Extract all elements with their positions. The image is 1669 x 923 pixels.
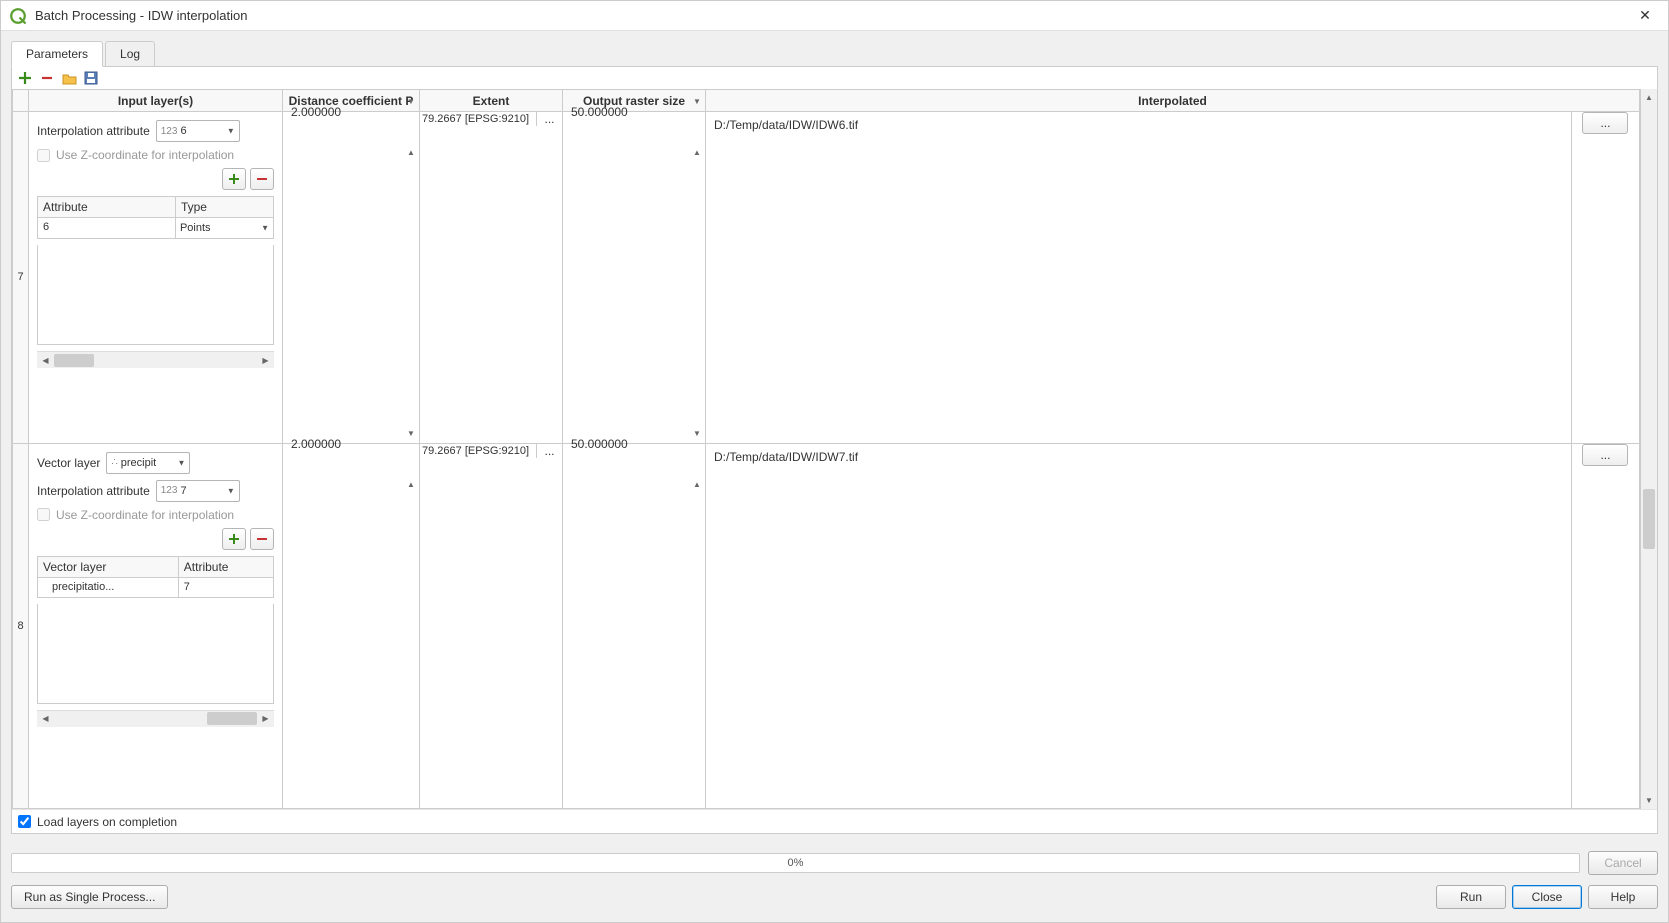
spin-down-icon[interactable]: ▼ — [689, 425, 705, 442]
add-row-icon[interactable] — [16, 69, 34, 87]
grid-wrap: Input layer(s) Distance coefficient P Ex… — [12, 89, 1657, 809]
toolbar — [12, 67, 1657, 89]
extent-value[interactable]: 79.2667 [EPSG:9210] — [420, 112, 536, 126]
inner-hscroll[interactable]: ◀▶ — [37, 351, 274, 368]
extent-browse-button[interactable]: ... — [536, 444, 562, 458]
inner-vec-cell[interactable]: precipitatio... — [38, 577, 179, 597]
input-cell: Interpolation attribute 1236▼ Use Z-coord… — [29, 112, 283, 444]
output-browse-cell: ... — [1571, 443, 1639, 808]
content-area: Parameters Log — [1, 31, 1668, 922]
use-z-checkbox[interactable] — [37, 149, 50, 162]
inner-blank-area — [37, 604, 274, 704]
extent-cell: 79.2667 [EPSG:9210]... — [420, 112, 563, 444]
raster-size-cell[interactable]: 50.000000▲▼ — [563, 112, 706, 444]
spin-down-icon[interactable]: ▼ — [689, 93, 705, 110]
bottom-row: Run as Single Process... Run Close Help — [11, 882, 1658, 912]
window-title: Batch Processing - IDW interpolation — [35, 8, 1630, 23]
input-cell: Vector layer ∴precipit▼ Interpolation attr… — [29, 443, 283, 808]
use-z-row: Use Z-coordinate for interpolation — [37, 508, 274, 522]
extent-browse-button[interactable]: ... — [536, 112, 562, 126]
help-button[interactable]: Help — [1588, 885, 1658, 909]
tab-body: Input layer(s) Distance coefficient P Ex… — [11, 66, 1658, 834]
window: Batch Processing - IDW interpolation ✕ P… — [0, 0, 1669, 923]
inner-attr-cell[interactable]: 6 — [38, 218, 176, 239]
inner-hscroll[interactable]: ◀▶ — [37, 710, 274, 727]
use-z-checkbox[interactable] — [37, 508, 50, 521]
progress-bar: 0% — [11, 853, 1580, 873]
distance-cell[interactable]: 2.000000▲▼ — [283, 112, 420, 444]
inner-type-header: Type — [175, 197, 273, 218]
close-button[interactable]: Close — [1512, 885, 1582, 909]
vector-layer-combo[interactable]: ∴precipit▼ — [106, 452, 190, 474]
extent-cell: 79.2667 [EPSG:9210]... — [420, 443, 563, 808]
tab-parameters[interactable]: Parameters — [11, 41, 103, 67]
interp-attr-combo[interactable]: 1237▼ — [156, 480, 240, 502]
add-attr-button[interactable] — [222, 528, 246, 550]
batch-grid: Input layer(s) Distance coefficient P Ex… — [12, 89, 1640, 809]
add-attr-button[interactable] — [222, 168, 246, 190]
col-interpolated[interactable]: Interpolated — [706, 90, 1640, 112]
inner-attr-header: Attribute — [38, 197, 176, 218]
grid-vscroll[interactable]: ▲ ▼ — [1640, 89, 1657, 809]
remove-row-icon[interactable] — [38, 69, 56, 87]
spin-down-icon[interactable]: ▼ — [403, 93, 419, 110]
col-rownum — [13, 90, 29, 112]
run-single-button[interactable]: Run as Single Process... — [11, 885, 168, 909]
spin-up-icon[interactable]: ▲ — [403, 476, 419, 493]
hscroll-right-icon[interactable]: ▶ — [257, 710, 274, 727]
inner-type-combo[interactable]: Points▼ — [176, 218, 273, 238]
interp-attr-label: Interpolation attribute — [37, 124, 150, 138]
output-cell[interactable]: D:/Temp/data/IDW/IDW6.tif — [706, 112, 1572, 444]
spin-up-icon[interactable]: ▲ — [403, 144, 419, 161]
inner-attr-header: Attribute — [178, 556, 273, 577]
inner-type-cell: Points▼ — [175, 218, 273, 239]
interp-attr-label: Interpolation attribute — [37, 484, 150, 498]
tab-log[interactable]: Log — [105, 41, 155, 67]
output-browse-cell: ... — [1571, 112, 1639, 444]
titlebar: Batch Processing - IDW interpolation ✕ — [1, 1, 1668, 31]
row-number: 7 — [13, 112, 29, 444]
distance-cell[interactable]: 2.000000▲▼ — [283, 443, 420, 808]
inner-vec-header: Vector layer — [38, 556, 179, 577]
use-z-label: Use Z-coordinate for interpolation — [56, 508, 234, 522]
inner-attr-cell[interactable]: 7 — [178, 577, 273, 597]
spin-down-icon[interactable]: ▼ — [403, 425, 419, 442]
row-number: 8 — [13, 443, 29, 808]
raster-size-cell[interactable]: 50.000000▲▼ — [563, 443, 706, 808]
inner-blank-area — [37, 245, 274, 345]
close-icon[interactable]: ✕ — [1630, 1, 1660, 31]
output-cell[interactable]: D:/Temp/data/IDW/IDW7.tif — [706, 443, 1572, 808]
progress-row: 0% Cancel — [11, 850, 1658, 876]
scroll-down-icon[interactable]: ▼ — [1641, 792, 1657, 809]
inner-table: Vector layerAttributeprecipitatio...7 — [37, 556, 274, 598]
inner-table: AttributeType6Points▼ — [37, 196, 274, 239]
qgis-icon — [9, 7, 27, 25]
scroll-thumb[interactable] — [1643, 489, 1655, 549]
run-button[interactable]: Run — [1436, 885, 1506, 909]
open-icon[interactable] — [60, 69, 78, 87]
use-z-row: Use Z-coordinate for interpolation — [37, 148, 274, 162]
interp-attr-combo[interactable]: 1236▼ — [156, 120, 240, 142]
cancel-button[interactable]: Cancel — [1588, 851, 1658, 875]
load-layers-checkbox[interactable] — [18, 815, 31, 828]
col-input[interactable]: Input layer(s) — [29, 90, 283, 112]
tab-bar: Parameters Log — [11, 41, 1658, 67]
remove-attr-button[interactable] — [250, 528, 274, 550]
load-layers-row: Load layers on completion — [12, 809, 1657, 833]
spin-up-icon[interactable]: ▲ — [689, 476, 705, 493]
vector-layer-label: Vector layer — [37, 456, 100, 470]
save-icon[interactable] — [82, 69, 100, 87]
output-browse-button[interactable]: ... — [1582, 112, 1628, 134]
remove-attr-button[interactable] — [250, 168, 274, 190]
hscroll-left-icon[interactable]: ◀ — [37, 352, 54, 369]
extent-value[interactable]: 79.2667 [EPSG:9210] — [420, 444, 536, 458]
use-z-label: Use Z-coordinate for interpolation — [56, 148, 234, 162]
scroll-up-icon[interactable]: ▲ — [1641, 89, 1657, 106]
hscroll-right-icon[interactable]: ▶ — [257, 352, 274, 369]
output-browse-button[interactable]: ... — [1582, 444, 1628, 466]
spin-up-icon[interactable]: ▲ — [689, 144, 705, 161]
col-extent[interactable]: Extent — [420, 90, 563, 112]
hscroll-left-icon[interactable]: ◀ — [37, 710, 54, 727]
load-layers-label: Load layers on completion — [37, 815, 177, 829]
